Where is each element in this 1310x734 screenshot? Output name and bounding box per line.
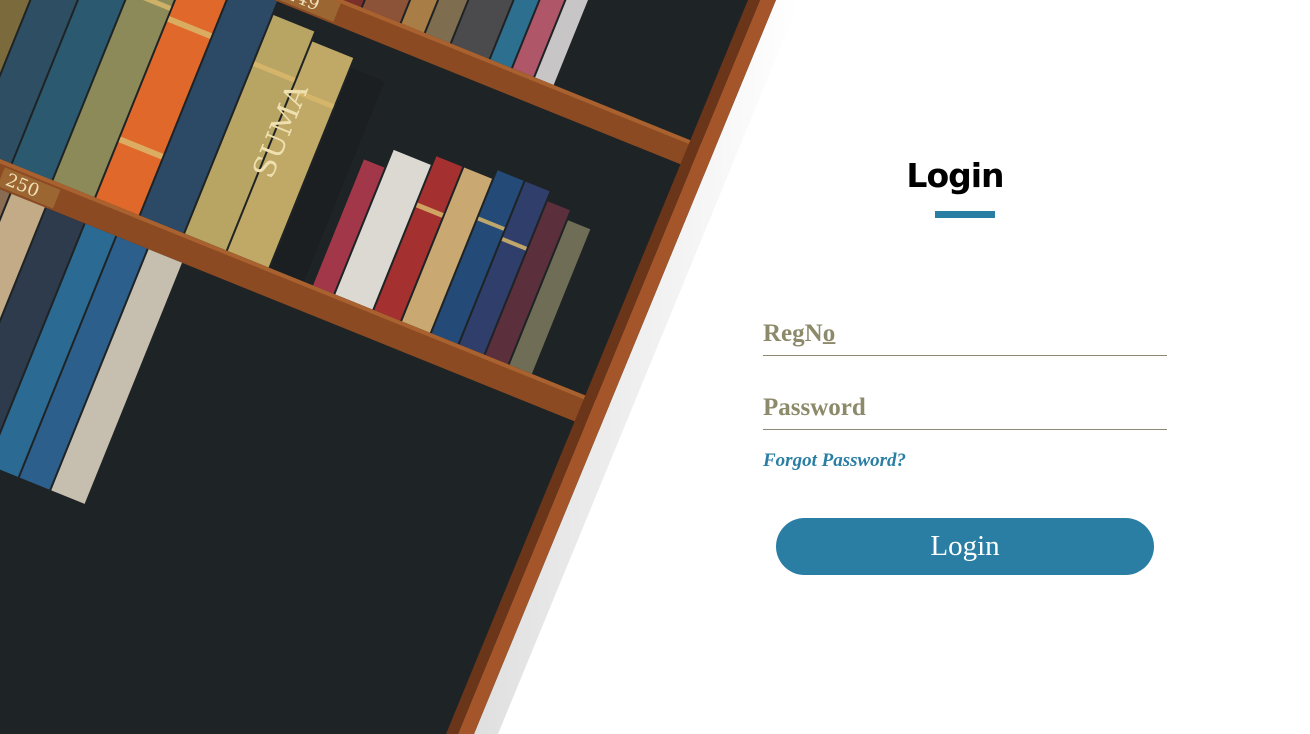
login-panel: Login Forgot Password? Login [740, 0, 1310, 734]
password-field-wrap [763, 386, 1167, 430]
login-button[interactable]: Login [776, 518, 1154, 575]
reg-number-field-wrap [763, 312, 1167, 356]
forgot-password-link[interactable]: Forgot Password? [763, 450, 906, 472]
title-underline [935, 211, 995, 218]
login-title-wrap: Login [860, 156, 1050, 195]
reg-number-input[interactable] [763, 312, 1167, 355]
password-input[interactable] [763, 386, 1167, 429]
login-title: Login [906, 156, 1004, 195]
